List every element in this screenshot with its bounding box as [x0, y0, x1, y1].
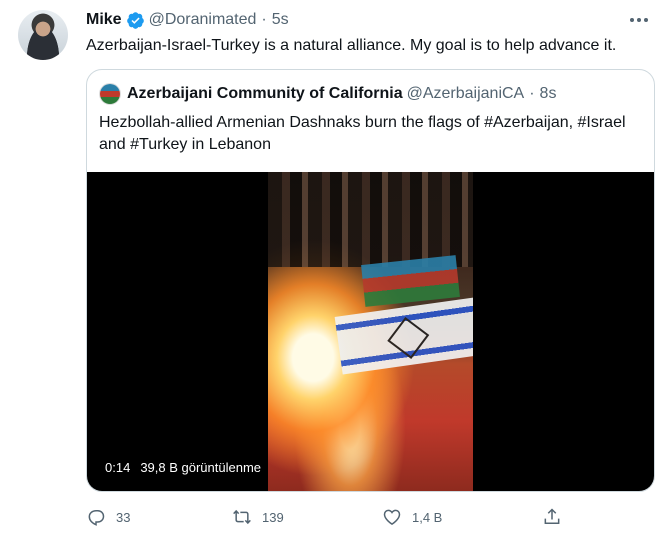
- quoted-handle[interactable]: @AzerbaijaniCA: [407, 85, 525, 103]
- action-bar: 33 139 1,4 B: [86, 506, 566, 528]
- avatar[interactable]: [18, 10, 68, 60]
- retweet-count: 139: [262, 509, 284, 525]
- like-icon: [383, 509, 401, 525]
- tweet-header: Mike @Doranimated · 5s: [86, 10, 289, 30]
- retweet-icon: [233, 509, 251, 525]
- separator-dot: ·: [261, 11, 267, 28]
- video-info-overlay: 0:14 39,8 B görüntülenme: [99, 456, 268, 478]
- quoted-avatar: [99, 83, 121, 105]
- video-duration: 0:14: [105, 459, 131, 475]
- video-frame: [268, 172, 473, 491]
- crowd-image: [268, 172, 473, 267]
- quoted-display-name[interactable]: Azerbaijani Community of California: [127, 85, 403, 103]
- like-count: 1,4 B: [412, 509, 443, 525]
- verified-icon: [126, 11, 145, 30]
- more-icon[interactable]: [628, 10, 650, 30]
- flag-image: [361, 255, 460, 307]
- timestamp[interactable]: 5s: [272, 11, 289, 29]
- quoted-timestamp[interactable]: 8s: [540, 85, 557, 103]
- retweet-button[interactable]: 139: [232, 506, 284, 528]
- tweet-text: Azerbaijan-Israel-Turkey is a natural al…: [86, 37, 617, 54]
- video-views: 39,8 B görüntülenme: [140, 459, 262, 475]
- quoted-separator-dot: ·: [529, 85, 535, 102]
- reply-count: 33: [116, 509, 131, 525]
- reply-icon: [88, 510, 105, 526]
- like-button[interactable]: 1,4 B: [382, 506, 442, 528]
- flag-image: [334, 297, 473, 375]
- reply-button[interactable]: 33: [86, 506, 130, 528]
- quoted-tweet-header: Azerbaijani Community of California @Aze…: [99, 83, 557, 105]
- display-name[interactable]: Mike: [86, 11, 122, 29]
- share-icon: [544, 508, 560, 524]
- quoted-tweet[interactable]: Azerbaijani Community of California @Aze…: [86, 69, 655, 492]
- video-player[interactable]: 0:14 39,8 B görüntülenme: [87, 172, 654, 491]
- tweet[interactable]: Mike @Doranimated · 5s Azerbaijan-Israel…: [0, 0, 670, 542]
- share-button[interactable]: [542, 506, 562, 528]
- handle[interactable]: @Doranimated: [149, 11, 257, 29]
- quoted-tweet-text: Hezbollah-allied Armenian Dashnaks burn …: [99, 114, 626, 153]
